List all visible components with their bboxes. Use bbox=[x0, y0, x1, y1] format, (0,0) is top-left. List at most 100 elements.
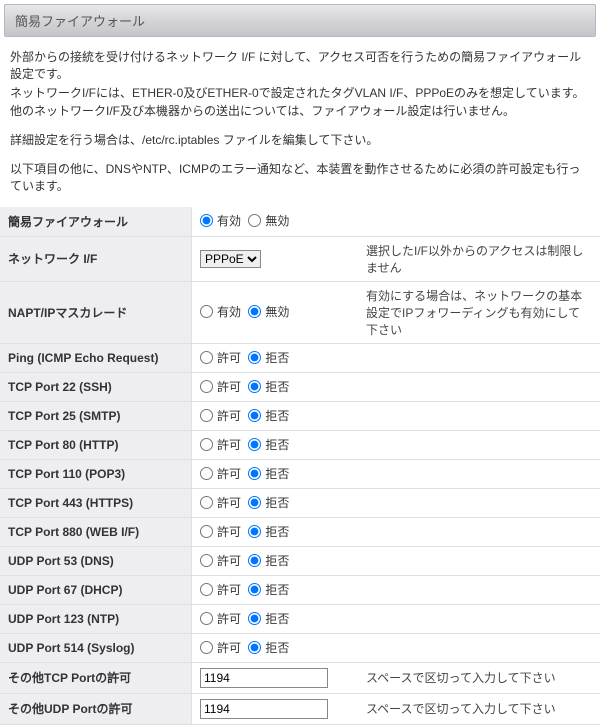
tcp443-deny-radio[interactable] bbox=[248, 496, 261, 509]
row-udp123: UDP Port 123 (NTP) 許可 拒否 bbox=[0, 604, 600, 633]
udp123-deny-radio[interactable] bbox=[248, 612, 261, 625]
row-ping: Ping (ICMP Echo Request) 許可 拒否 bbox=[0, 343, 600, 372]
ping-deny-option[interactable]: 拒否 bbox=[248, 349, 289, 366]
label-netif: ネットワーク I/F bbox=[0, 236, 192, 281]
label-udp514: UDP Port 514 (Syslog) bbox=[0, 633, 192, 662]
intro-line-2: ネットワークI/Fには、ETHER-0及びETHER-0で設定されたタグVLAN… bbox=[10, 85, 590, 102]
udp123-allow-option[interactable]: 許可 bbox=[200, 610, 241, 627]
udp123-deny-option[interactable]: 拒否 bbox=[248, 610, 289, 627]
row-tcp22: TCP Port 22 (SSH) 許可 拒否 bbox=[0, 372, 600, 401]
tcp25-deny-option[interactable]: 拒否 bbox=[248, 407, 289, 424]
intro-line-5: 以下項目の他に、DNSやNTP、ICMPのエラー通知など、本装置を動作させるため… bbox=[10, 161, 590, 195]
row-udp514: UDP Port 514 (Syslog) 許可 拒否 bbox=[0, 633, 600, 662]
row-tcp110: TCP Port 110 (POP3) 許可 拒否 bbox=[0, 459, 600, 488]
udp67-deny-option[interactable]: 拒否 bbox=[248, 581, 289, 598]
intro-line-4: 詳細設定を行う場合は、/etc/rc.iptables ファイルを編集して下さい… bbox=[10, 132, 590, 149]
tcp110-deny-option[interactable]: 拒否 bbox=[248, 465, 289, 482]
note-netif: 選択したI/F以外からのアクセスは制限しません bbox=[358, 236, 600, 281]
udp67-allow-radio[interactable] bbox=[200, 583, 213, 596]
udp53-allow-option[interactable]: 許可 bbox=[200, 552, 241, 569]
tcp22-deny-radio[interactable] bbox=[248, 380, 261, 393]
label-ping: Ping (ICMP Echo Request) bbox=[0, 343, 192, 372]
tcp443-deny-option[interactable]: 拒否 bbox=[248, 494, 289, 511]
note-other-udp: スペースで区切って入力して下さい bbox=[358, 693, 600, 724]
label-tcp110: TCP Port 110 (POP3) bbox=[0, 459, 192, 488]
note-other-tcp: スペースで区切って入力して下さい bbox=[358, 662, 600, 693]
netif-select[interactable]: PPPoE bbox=[200, 250, 261, 268]
firewall-enable-option[interactable]: 有効 bbox=[200, 212, 241, 229]
row-other-tcp: その他TCP Portの許可 スペースで区切って入力して下さい bbox=[0, 662, 600, 693]
napt-disable-radio[interactable] bbox=[248, 305, 261, 318]
napt-enable-radio[interactable] bbox=[200, 305, 213, 318]
tcp110-allow-radio[interactable] bbox=[200, 467, 213, 480]
napt-enable-label: 有効 bbox=[217, 303, 241, 320]
row-tcp25: TCP Port 25 (SMTP) 許可 拒否 bbox=[0, 401, 600, 430]
label-tcp443: TCP Port 443 (HTTPS) bbox=[0, 488, 192, 517]
napt-enable-option[interactable]: 有効 bbox=[200, 303, 241, 320]
row-tcp443: TCP Port 443 (HTTPS) 許可 拒否 bbox=[0, 488, 600, 517]
label-udp53: UDP Port 53 (DNS) bbox=[0, 546, 192, 575]
page-title: 簡易ファイアウォール bbox=[4, 4, 596, 37]
tcp880-deny-option[interactable]: 拒否 bbox=[248, 523, 289, 540]
row-other-udp: その他UDP Portの許可 スペースで区切って入力して下さい bbox=[0, 693, 600, 724]
row-tcp880: TCP Port 880 (WEB I/F) 許可 拒否 bbox=[0, 517, 600, 546]
label-tcp880: TCP Port 880 (WEB I/F) bbox=[0, 517, 192, 546]
udp53-deny-radio[interactable] bbox=[248, 554, 261, 567]
label-firewall: 簡易ファイアウォール bbox=[0, 207, 192, 237]
label-udp123: UDP Port 123 (NTP) bbox=[0, 604, 192, 633]
tcp110-allow-option[interactable]: 許可 bbox=[200, 465, 241, 482]
udp67-deny-radio[interactable] bbox=[248, 583, 261, 596]
tcp22-allow-radio[interactable] bbox=[200, 380, 213, 393]
udp514-deny-option[interactable]: 拒否 bbox=[248, 639, 289, 656]
tcp80-allow-radio[interactable] bbox=[200, 438, 213, 451]
note-napt: 有効にする場合は、ネットワークの基本設定でIPフォワーディングも有効にして下さい bbox=[358, 281, 600, 343]
row-napt: NAPT/IPマスカレード 有効 無効 有効にする場合は、ネットワークの基本設定… bbox=[0, 281, 600, 343]
tcp880-allow-option[interactable]: 許可 bbox=[200, 523, 241, 540]
tcp25-deny-radio[interactable] bbox=[248, 409, 261, 422]
firewall-enable-radio[interactable] bbox=[200, 214, 213, 227]
tcp443-allow-radio[interactable] bbox=[200, 496, 213, 509]
tcp443-allow-option[interactable]: 許可 bbox=[200, 494, 241, 511]
other-udp-input[interactable] bbox=[200, 699, 328, 719]
label-tcp25: TCP Port 25 (SMTP) bbox=[0, 401, 192, 430]
udp514-deny-radio[interactable] bbox=[248, 641, 261, 654]
firewall-disable-option[interactable]: 無効 bbox=[248, 212, 289, 229]
firewall-disable-label: 無効 bbox=[265, 212, 289, 229]
firewall-disable-radio[interactable] bbox=[248, 214, 261, 227]
intro-line-3: 他のネットワークI/F及び本機器からの送出については、ファイアウォール設定は行い… bbox=[10, 103, 590, 120]
tcp880-deny-radio[interactable] bbox=[248, 525, 261, 538]
row-netif: ネットワーク I/F PPPoE 選択したI/F以外からのアクセスは制限しません bbox=[0, 236, 600, 281]
udp514-allow-radio[interactable] bbox=[200, 641, 213, 654]
row-tcp80: TCP Port 80 (HTTP) 許可 拒否 bbox=[0, 430, 600, 459]
tcp25-allow-option[interactable]: 許可 bbox=[200, 407, 241, 424]
napt-disable-option[interactable]: 無効 bbox=[248, 303, 289, 320]
other-tcp-input[interactable] bbox=[200, 668, 328, 688]
tcp80-deny-radio[interactable] bbox=[248, 438, 261, 451]
ping-deny-radio[interactable] bbox=[248, 351, 261, 364]
tcp880-allow-radio[interactable] bbox=[200, 525, 213, 538]
tcp22-deny-option[interactable]: 拒否 bbox=[248, 378, 289, 395]
udp53-allow-radio[interactable] bbox=[200, 554, 213, 567]
tcp110-deny-radio[interactable] bbox=[248, 467, 261, 480]
ping-allow-option[interactable]: 許可 bbox=[200, 349, 241, 366]
settings-table: 簡易ファイアウォール 有効 無効 ネットワーク I/F PPPoE 選択したI/… bbox=[0, 207, 600, 725]
udp514-allow-option[interactable]: 許可 bbox=[200, 639, 241, 656]
udp123-allow-radio[interactable] bbox=[200, 612, 213, 625]
ping-allow-radio[interactable] bbox=[200, 351, 213, 364]
tcp25-allow-radio[interactable] bbox=[200, 409, 213, 422]
udp53-deny-option[interactable]: 拒否 bbox=[248, 552, 289, 569]
firewall-enable-label: 有効 bbox=[217, 212, 241, 229]
label-napt: NAPT/IPマスカレード bbox=[0, 281, 192, 343]
label-other-udp: その他UDP Portの許可 bbox=[0, 693, 192, 724]
label-tcp80: TCP Port 80 (HTTP) bbox=[0, 430, 192, 459]
tcp22-allow-option[interactable]: 許可 bbox=[200, 378, 241, 395]
label-udp67: UDP Port 67 (DHCP) bbox=[0, 575, 192, 604]
label-other-tcp: その他TCP Portの許可 bbox=[0, 662, 192, 693]
intro-text: 外部からの接統を受け付けるネットワーク I/F に対して、アクセス可否を行うため… bbox=[0, 41, 600, 207]
row-firewall: 簡易ファイアウォール 有効 無効 bbox=[0, 207, 600, 237]
tcp80-deny-option[interactable]: 拒否 bbox=[248, 436, 289, 453]
intro-line-1: 外部からの接統を受け付けるネットワーク I/F に対して、アクセス可否を行うため… bbox=[10, 49, 590, 83]
udp67-allow-option[interactable]: 許可 bbox=[200, 581, 241, 598]
tcp80-allow-option[interactable]: 許可 bbox=[200, 436, 241, 453]
row-udp53: UDP Port 53 (DNS) 許可 拒否 bbox=[0, 546, 600, 575]
